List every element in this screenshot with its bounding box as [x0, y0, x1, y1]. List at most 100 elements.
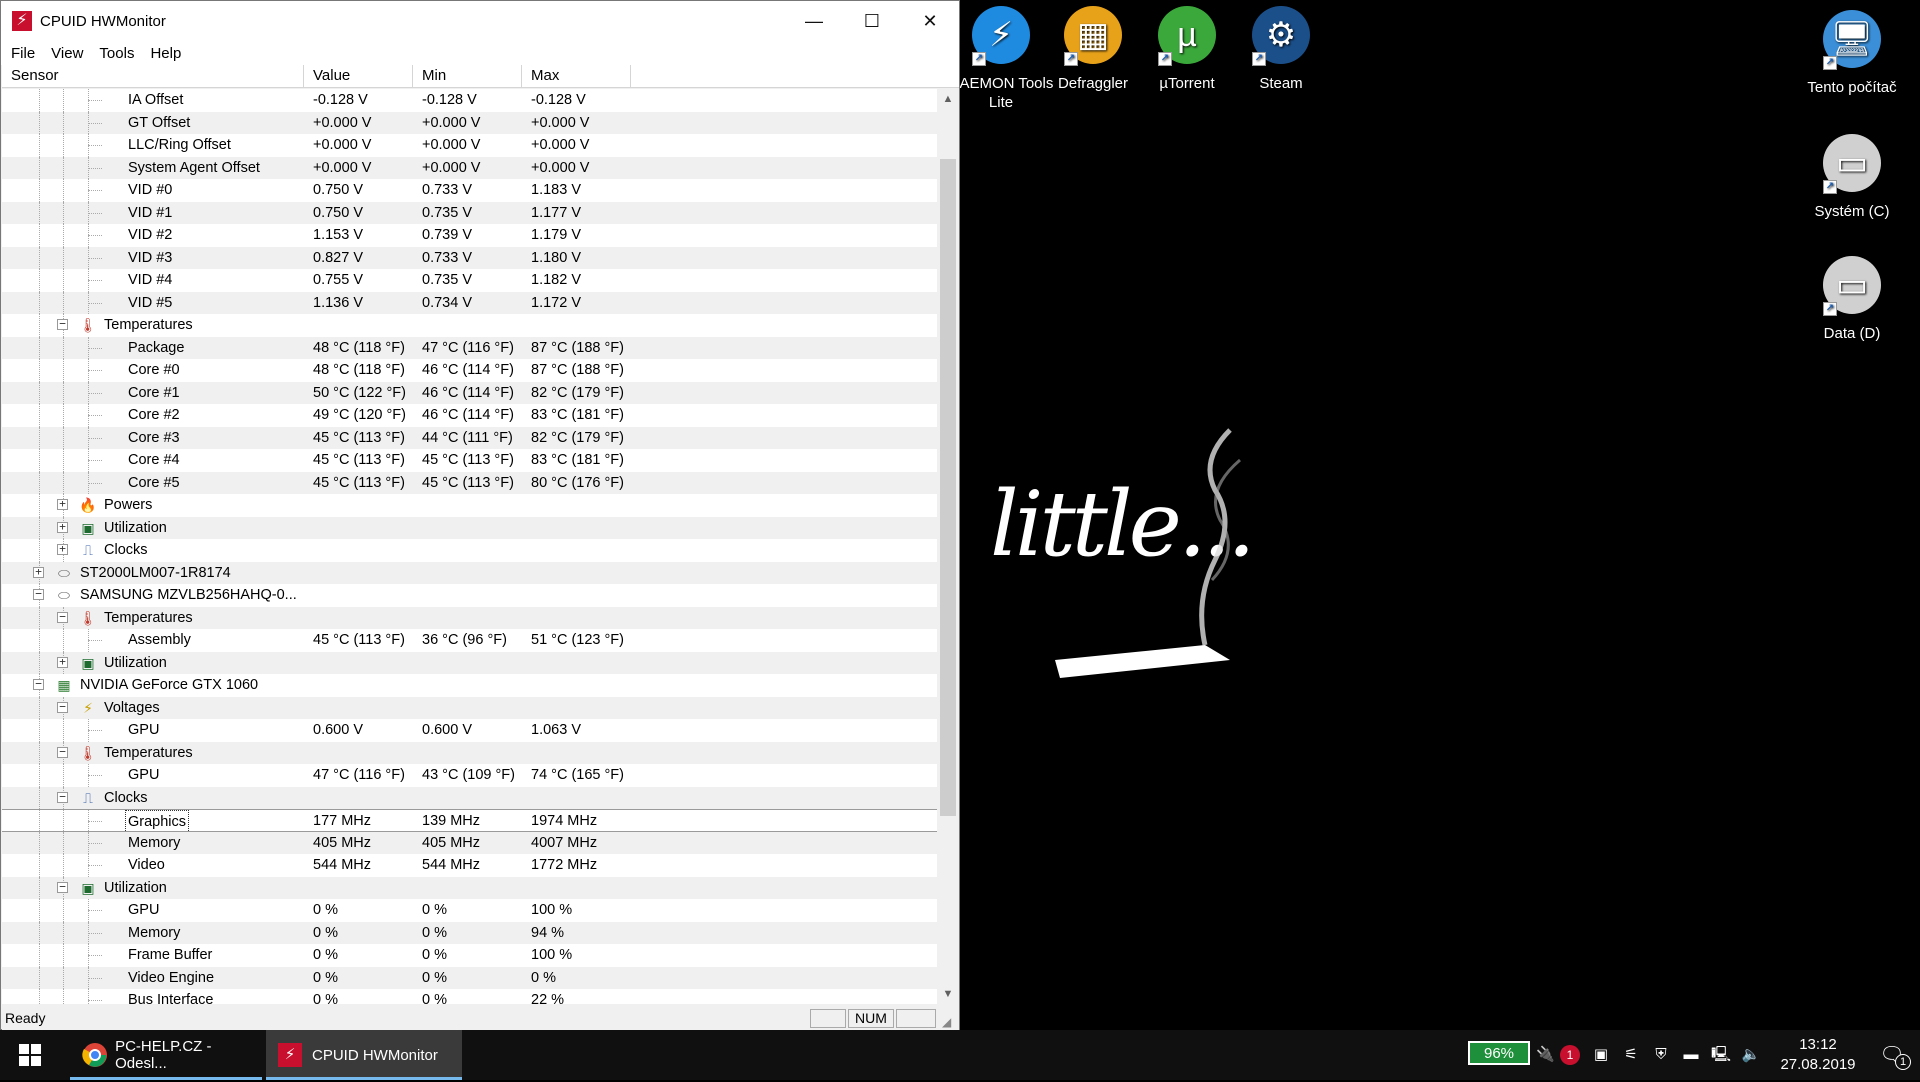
- network-icon[interactable]: 🖳: [1710, 1030, 1732, 1080]
- sensor-row[interactable]: Bus Interface 0 % 0 % 22 %: [2, 989, 937, 1004]
- desktop-icon-steam[interactable]: ⚙ ↗ Steam: [1226, 6, 1336, 93]
- taskbar-app-chrome[interactable]: PC-HELP.CZ - Odesl...: [70, 1030, 262, 1080]
- sensor-min: 0.733 V: [422, 249, 472, 266]
- sensor-row[interactable]: − 🌡 Temperatures: [2, 741, 937, 764]
- sensor-row[interactable]: VID #4 0.755 V 0.735 V 1.182 V: [2, 269, 937, 292]
- sensor-row[interactable]: Core #4 45 °C (113 °F) 45 °C (113 °F) 83 °C…: [2, 449, 937, 472]
- tree-expander[interactable]: +: [57, 543, 68, 555]
- desktop-icon-drive-c[interactable]: ▭ ↗ Systém (C): [1797, 134, 1907, 221]
- sensor-row[interactable]: Memory 405 MHz 405 MHz 4007 MHz: [2, 831, 937, 854]
- sensor-min: 46 °C (114 °F): [422, 384, 514, 401]
- tree-expander[interactable]: −: [33, 678, 44, 690]
- menu-help[interactable]: Help: [144, 45, 187, 62]
- start-button[interactable]: [0, 1030, 60, 1080]
- sensor-row[interactable]: − ▦ NVIDIA GeForce GTX 1060: [2, 674, 937, 697]
- scroll-thumb[interactable]: [940, 159, 956, 816]
- plug-icon[interactable]: 🔌: [1536, 1030, 1555, 1080]
- sensor-row[interactable]: Video 544 MHz 544 MHz 1772 MHz: [2, 854, 937, 877]
- sensor-row[interactable]: Package 48 °C (118 °F) 47 °C (116 °F) 87 °C…: [2, 336, 937, 359]
- menu-file[interactable]: File: [5, 45, 41, 62]
- sensor-row[interactable]: + ▣ Utilization: [2, 651, 937, 674]
- network-adapter-icon[interactable]: ▣: [1590, 1030, 1612, 1080]
- column-min[interactable]: Min: [413, 65, 522, 88]
- tree-expander[interactable]: −: [33, 588, 44, 600]
- tree-expander[interactable]: +: [57, 521, 68, 533]
- scroll-down-arrow[interactable]: ▼: [938, 984, 958, 1004]
- tree-expander[interactable]: +: [33, 566, 44, 578]
- sensor-max: -0.128 V: [531, 92, 586, 108]
- sensor-row[interactable]: GPU 47 °C (116 °F) 43 °C (109 °F) 74 °C (16…: [2, 764, 937, 787]
- sensor-row[interactable]: Core #2 49 °C (120 °F) 46 °C (114 °F) 83 °C…: [2, 404, 937, 427]
- sensor-row[interactable]: Assembly 45 °C (113 °F) 36 °C (96 °F) 51 °C…: [2, 629, 937, 652]
- sensor-row[interactable]: + 🔥 Powers: [2, 494, 937, 517]
- sensor-row[interactable]: + ▣ Utilization: [2, 516, 937, 539]
- taskbar-app-hwmonitor[interactable]: ⚡ CPUID HWMonitor: [266, 1030, 462, 1080]
- sensor-row[interactable]: + ⎍ Clocks: [2, 539, 937, 562]
- sensor-row[interactable]: Core #0 48 °C (118 °F) 46 °C (114 °F) 87 °C…: [2, 359, 937, 382]
- shield-icon[interactable]: ⛨: [1650, 1030, 1672, 1080]
- sensor-row[interactable]: VID #3 0.827 V 0.733 V 1.180 V: [2, 246, 937, 269]
- sensor-row[interactable]: LLC/Ring Offset +0.000 V +0.000 V +0.000 V: [2, 134, 937, 157]
- sensor-row[interactable]: IA Offset -0.128 V -0.128 V -0.128 V: [2, 89, 937, 112]
- sensor-row[interactable]: GPU 0.600 V 0.600 V 1.063 V: [2, 719, 937, 742]
- tree-expander[interactable]: −: [57, 701, 68, 713]
- tree-guide: [63, 944, 64, 967]
- desktop-icon-drive-d[interactable]: ▭ ↗ Data (D): [1797, 256, 1907, 343]
- battery-indicator[interactable]: 96%: [1468, 1041, 1530, 1065]
- tree-expander[interactable]: −: [57, 791, 68, 803]
- sensor-tree[interactable]: IA Offset -0.128 V -0.128 V -0.128 V GT Offs…: [2, 89, 937, 1004]
- tree-guide: [88, 235, 102, 236]
- tree-expander[interactable]: −: [57, 746, 68, 758]
- column-value[interactable]: Value: [304, 65, 413, 88]
- sensor-min: 0 %: [422, 969, 447, 986]
- battery-icon[interactable]: ▬: [1680, 1030, 1702, 1080]
- maximize-button[interactable]: ☐: [843, 1, 901, 41]
- sensor-row[interactable]: Core #3 45 °C (113 °F) 44 °C (111 °F) 82 °C…: [2, 426, 937, 449]
- tree-guide: [63, 426, 64, 449]
- sensor-row[interactable]: Memory 0 % 0 % 94 %: [2, 921, 937, 944]
- sensor-row[interactable]: VID #1 0.750 V 0.735 V 1.177 V: [2, 201, 937, 224]
- column-sensor[interactable]: Sensor: [2, 65, 304, 88]
- clock[interactable]: 13:12 27.08.2019: [1768, 1030, 1868, 1080]
- sensor-min: 0.735 V: [422, 272, 472, 288]
- sensor-row[interactable]: Video Engine 0 % 0 % 0 %: [2, 966, 937, 989]
- sensor-row[interactable]: System Agent Offset +0.000 V +0.000 V +0.00…: [2, 156, 937, 179]
- column-max[interactable]: Max: [522, 65, 631, 88]
- sensor-row[interactable]: Core #5 45 °C (113 °F) 45 °C (113 °F) 80 °C…: [2, 471, 937, 494]
- security-badge[interactable]: 1: [1560, 1045, 1580, 1065]
- antenna-icon[interactable]: ⚟: [1620, 1030, 1642, 1080]
- volume-icon[interactable]: 🔈: [1740, 1030, 1762, 1080]
- sensor-row[interactable]: VID #5 1.136 V 0.734 V 1.172 V: [2, 291, 937, 314]
- menu-tools[interactable]: Tools: [93, 45, 140, 62]
- menu-view[interactable]: View: [45, 45, 89, 62]
- sensor-min: +0.000 V: [422, 137, 481, 153]
- sensor-row[interactable]: − ⚡ Voltages: [2, 696, 937, 719]
- tree-expander[interactable]: +: [57, 656, 68, 668]
- sensor-row[interactable]: Graphics 177 MHz 139 MHz 1974 MHz: [2, 809, 937, 835]
- sensor-row[interactable]: − ⬭ SAMSUNG MZVLB256HAHQ-0...: [2, 584, 937, 607]
- tree-expander[interactable]: −: [57, 611, 68, 623]
- sensor-row[interactable]: VID #0 0.750 V 0.733 V 1.183 V: [2, 179, 937, 202]
- sensor-row[interactable]: VID #2 1.153 V 0.739 V 1.179 V: [2, 224, 937, 247]
- title-bar[interactable]: ⚡ CPUID HWMonitor — ☐ ✕: [1, 1, 959, 41]
- minimize-button[interactable]: —: [785, 1, 843, 41]
- tree-expander[interactable]: +: [57, 498, 68, 510]
- tree-guide: [39, 494, 40, 517]
- tree-expander[interactable]: −: [57, 881, 68, 893]
- close-button[interactable]: ✕: [901, 1, 959, 41]
- sensor-row[interactable]: − 🌡 Temperatures: [2, 606, 937, 629]
- sensor-value: 0 %: [313, 969, 338, 986]
- sensor-row[interactable]: Frame Buffer 0 % 0 % 100 %: [2, 944, 937, 967]
- sensor-row[interactable]: Core #1 50 °C (122 °F) 46 °C (114 °F) 82 °C…: [2, 381, 937, 404]
- tree-expander[interactable]: −: [57, 318, 68, 330]
- sensor-row[interactable]: + ⬭ ST2000LM007-1R8174: [2, 561, 937, 584]
- vertical-scrollbar[interactable]: ▲ ▼: [938, 89, 958, 1004]
- desktop-icon-computer[interactable]: 🖥 ↗ Tento počítač: [1797, 10, 1907, 97]
- sensor-row[interactable]: GPU 0 % 0 % 100 %: [2, 899, 937, 922]
- scroll-up-arrow[interactable]: ▲: [938, 89, 958, 109]
- sensor-row[interactable]: − ⎍ Clocks: [2, 786, 937, 809]
- sensor-row[interactable]: GT Offset +0.000 V +0.000 V +0.000 V: [2, 111, 937, 134]
- sensor-row[interactable]: − 🌡 Temperatures: [2, 314, 937, 337]
- sensor-row[interactable]: − ▣ Utilization: [2, 876, 937, 899]
- action-center-icon[interactable]: 🗨 1: [1868, 1030, 1916, 1080]
